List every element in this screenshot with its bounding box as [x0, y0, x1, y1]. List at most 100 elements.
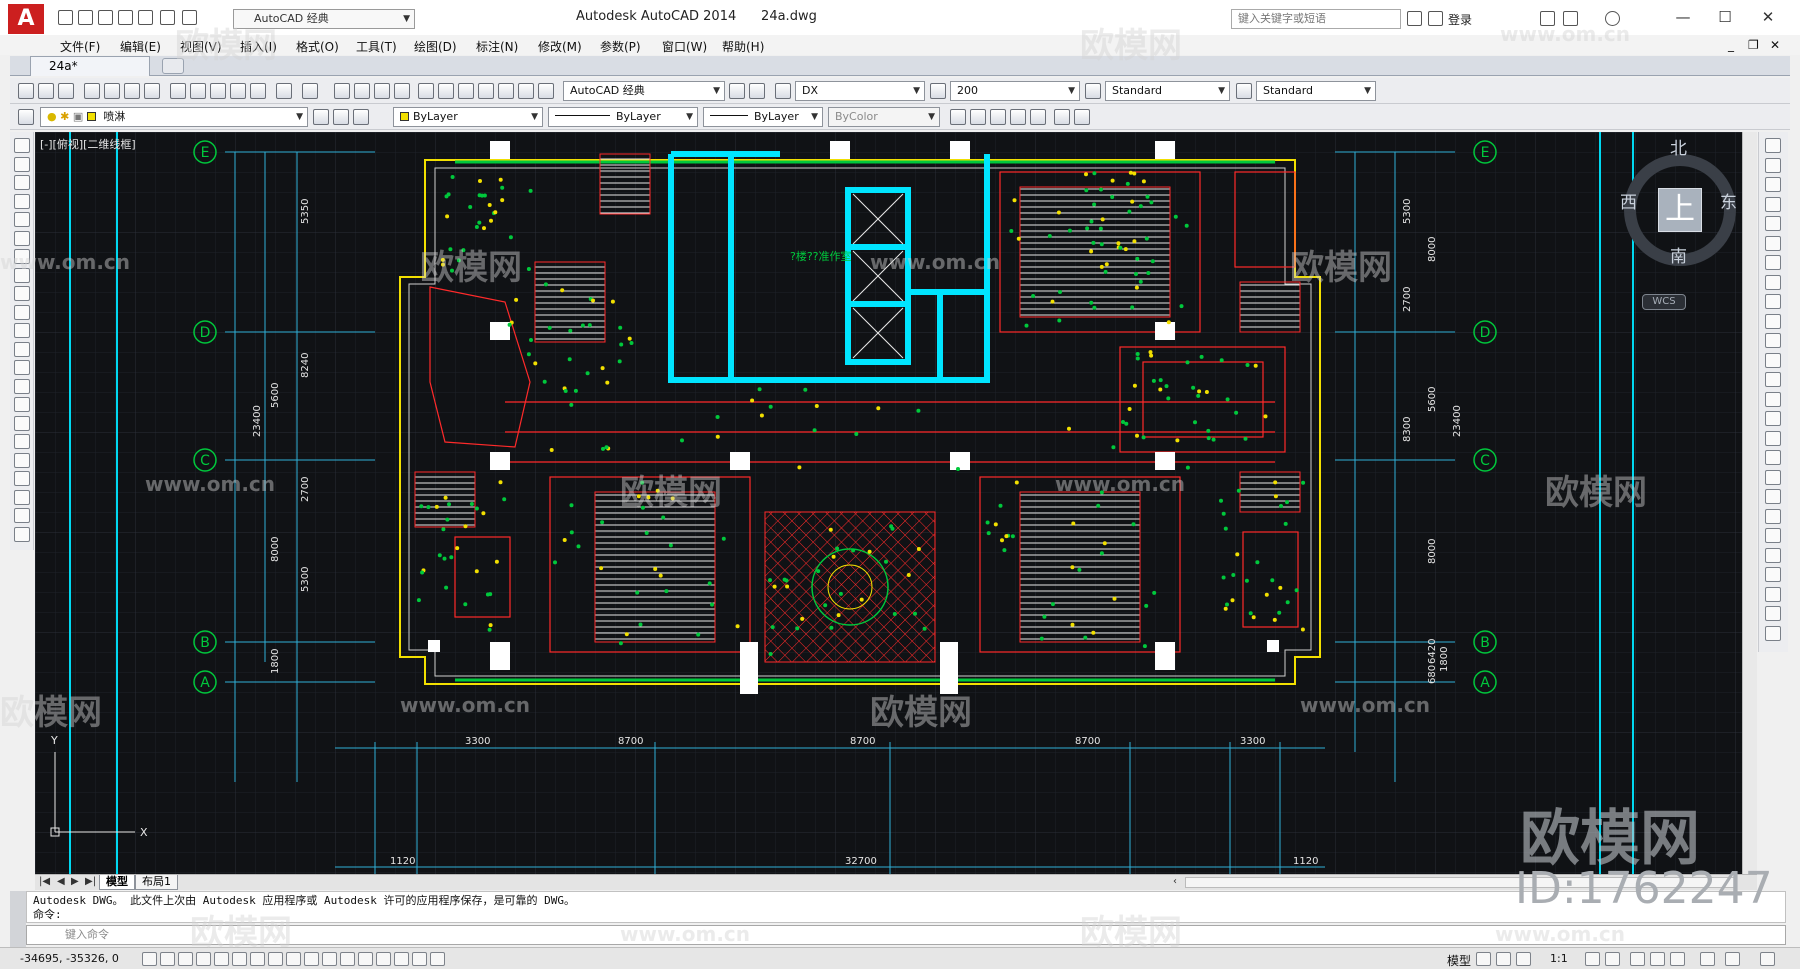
draw-tool-icon[interactable] [14, 156, 30, 172]
undo-icon[interactable] [160, 10, 175, 25]
draw-tool-icon[interactable] [14, 415, 30, 431]
auto-scale-icon[interactable] [1605, 952, 1620, 966]
menu-help[interactable]: 帮助(H) [722, 38, 764, 55]
doc-close-icon[interactable]: ✕ [1770, 38, 1780, 52]
polar-tracking-icon[interactable] [214, 952, 229, 966]
next-tab-icon[interactable]: ▶ [71, 876, 79, 887]
modify-tool-icon[interactable] [1765, 391, 1781, 407]
wcs-menu[interactable]: WCS [1642, 294, 1686, 310]
autocad-logo-icon[interactable]: A [8, 4, 44, 34]
draw-tool-icon[interactable] [14, 323, 30, 338]
help-icon[interactable] [1605, 11, 1620, 26]
draw-tool-icon[interactable] [14, 508, 30, 523]
table-style-icon[interactable] [1085, 83, 1101, 99]
add-icon[interactable] [430, 952, 445, 966]
modify-tool-icon[interactable] [1765, 177, 1781, 192]
minimize-icon[interactable]: — [1663, 6, 1703, 28]
menu-tools[interactable]: 工具(T) [356, 38, 397, 55]
selection-cycling-icon[interactable] [376, 952, 391, 966]
qnew-icon[interactable] [18, 83, 34, 99]
last-tab-icon[interactable]: ▶| [85, 876, 96, 887]
zoom-window-icon[interactable] [374, 83, 390, 99]
modify-tool-icon[interactable] [1765, 430, 1781, 446]
draw-tool-icon[interactable] [14, 193, 30, 209]
modify-tool-icon[interactable] [1765, 235, 1781, 251]
menu-draw[interactable]: 绘图(D) [414, 38, 457, 55]
a360-icon[interactable] [1563, 11, 1578, 26]
plot-preview-icon[interactable] [104, 83, 120, 99]
visual-styles-icon[interactable] [1074, 109, 1090, 125]
hscroll-left-icon[interactable]: ‹ [1173, 876, 1177, 887]
zoom-previous-icon[interactable] [394, 83, 410, 99]
draw-tool-icon[interactable] [14, 397, 30, 412]
workspace-gear-icon[interactable] [1630, 952, 1645, 966]
quick-properties-icon[interactable] [358, 952, 373, 966]
modify-tool-icon[interactable] [1765, 157, 1781, 173]
first-tab-icon[interactable]: |◀ [39, 876, 50, 887]
open-icon[interactable] [38, 83, 54, 99]
viewcube-west[interactable]: 西 [1620, 188, 1637, 213]
hardware-acceleration-icon[interactable] [1700, 952, 1715, 966]
viewcube-top-face[interactable]: 上 [1658, 188, 1702, 232]
2d-wireframe-icon[interactable] [950, 109, 966, 125]
infer-constraints-icon[interactable] [142, 952, 157, 966]
user-icon[interactable] [1428, 11, 1443, 26]
customize-icon[interactable] [749, 83, 765, 99]
dim-scale-combo[interactable]: 200 ▼ [950, 81, 1080, 101]
tab-layout1[interactable]: 布局1 [135, 875, 178, 890]
sheet-set-icon[interactable] [478, 83, 494, 99]
3d-orbit-icon[interactable] [1054, 109, 1070, 125]
modify-tool-icon[interactable] [1765, 274, 1781, 290]
customization-icon[interactable] [1760, 952, 1775, 966]
block-editor-icon[interactable] [250, 83, 266, 99]
command-input[interactable]: 键入命令 [26, 925, 1786, 945]
modify-tool-icon[interactable] [1765, 469, 1781, 485]
dim-style-combo[interactable]: Standard ▼ [1105, 81, 1230, 101]
lock-ui-icon[interactable] [1650, 952, 1665, 966]
quick-view-drawings-icon[interactable] [1496, 952, 1511, 966]
workspace-combo[interactable]: AutoCAD 经典 ▼ [563, 81, 725, 101]
hidden-icon[interactable] [970, 109, 986, 125]
modify-tool-icon[interactable] [1765, 567, 1781, 582]
annotation-monitor-icon[interactable] [394, 952, 409, 966]
save-icon[interactable] [98, 10, 113, 25]
doc-minimize-icon[interactable]: _ [1728, 38, 1734, 52]
modify-tool-icon[interactable] [1765, 216, 1781, 231]
quickcalc-icon[interactable] [518, 83, 534, 99]
table-style-combo[interactable]: Standard ▼ [1256, 81, 1376, 101]
text-style-icon[interactable] [775, 83, 791, 99]
cut-icon[interactable] [170, 83, 186, 99]
draw-tool-icon[interactable] [14, 452, 30, 468]
menu-view[interactable]: 视图(V) [180, 38, 222, 55]
draw-tool-icon[interactable] [14, 341, 30, 357]
modify-tool-icon[interactable] [1765, 586, 1781, 602]
modify-tool-icon[interactable] [1765, 450, 1781, 465]
object-snap-icon[interactable] [232, 952, 247, 966]
doc-restore-icon[interactable]: ❐ [1748, 38, 1759, 52]
viewcube-south[interactable]: 南 [1670, 242, 1687, 267]
viewport-controls[interactable]: [-][俯视][二维线框] [40, 136, 136, 152]
new-file-icon[interactable] [58, 10, 73, 25]
redo-icon[interactable] [302, 83, 318, 99]
draw-tool-icon[interactable] [14, 230, 30, 246]
exchange-icon[interactable] [1540, 11, 1555, 26]
dynamic-input-icon[interactable] [304, 952, 319, 966]
ortho-mode-icon[interactable] [196, 952, 211, 966]
viewcube-east[interactable]: 东 [1720, 188, 1737, 213]
zoom-realtime-icon[interactable] [354, 83, 370, 99]
modify-tool-icon[interactable] [1765, 508, 1781, 524]
annotation-visibility-icon[interactable] [1585, 952, 1600, 966]
workspace-switch-icon[interactable] [412, 952, 427, 966]
linetype-combo[interactable]: ByLayer ▼ [548, 107, 698, 127]
file-tab[interactable]: 24a* [30, 56, 150, 76]
color-combo[interactable]: ByLayer ▼ [393, 107, 543, 127]
draw-tool-icon[interactable] [14, 304, 30, 320]
draw-tool-icon[interactable] [14, 378, 30, 394]
grid-display-icon[interactable] [178, 952, 193, 966]
menu-format[interactable]: 格式(O) [296, 38, 339, 55]
menu-dimension[interactable]: 标注(N) [476, 38, 518, 55]
modify-tool-icon[interactable] [1765, 294, 1781, 309]
drawing-canvas[interactable]: E D C B A E D C B A 1120 3300 8700 8700 … [35, 132, 1757, 874]
publish-icon[interactable] [124, 83, 140, 99]
tab-model[interactable]: 模型 [99, 875, 135, 890]
